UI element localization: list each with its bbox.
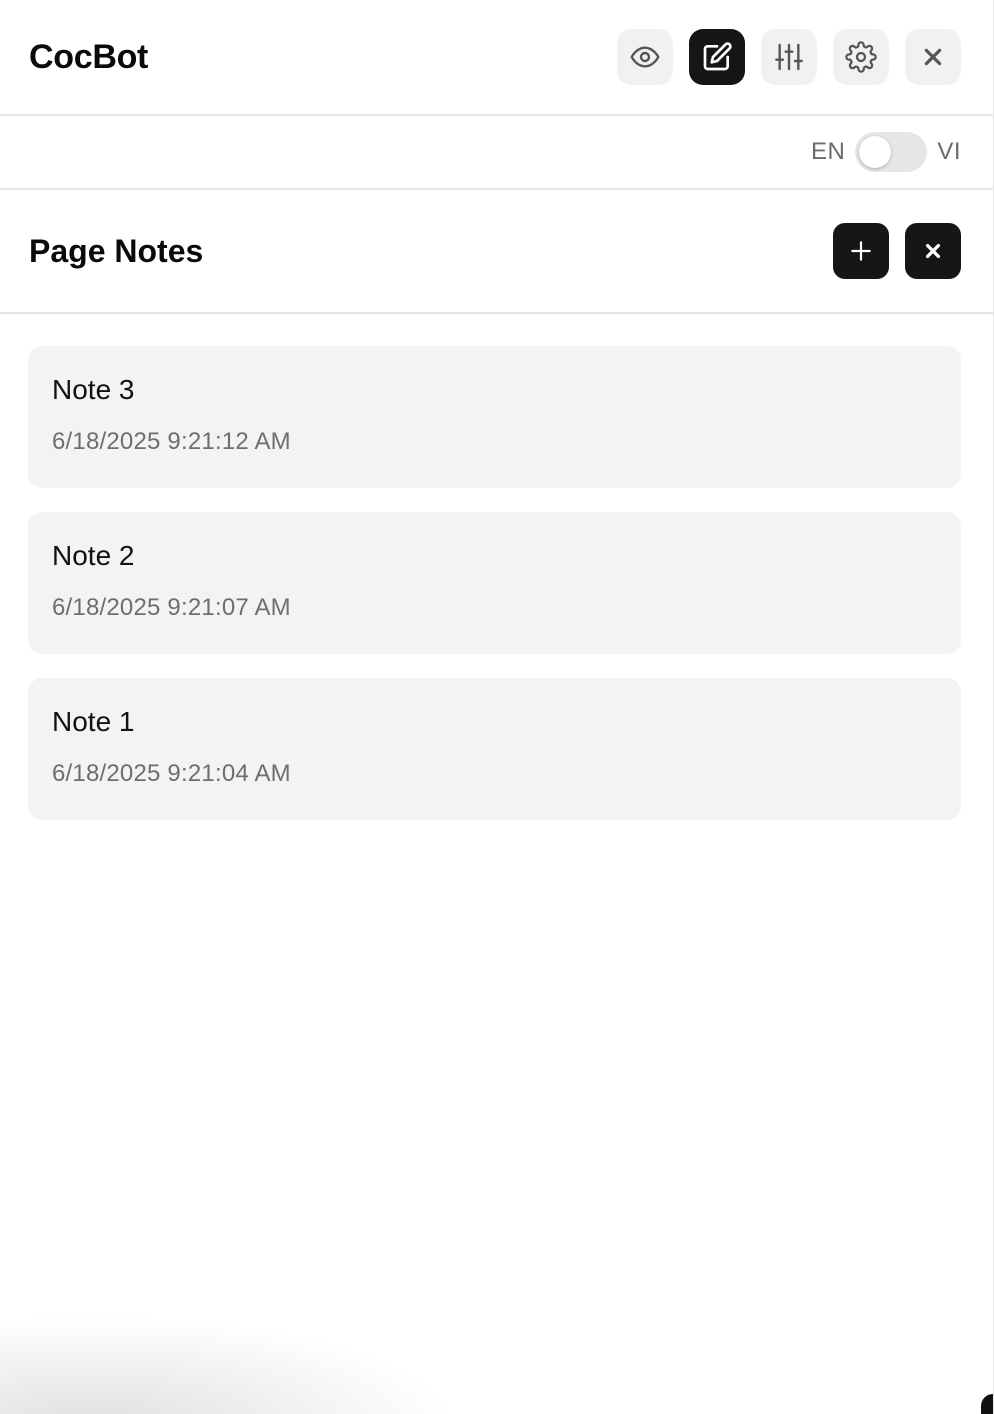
adjustments-button[interactable] <box>761 29 817 85</box>
gear-icon <box>845 41 877 73</box>
section-actions <box>833 223 961 279</box>
toggle-knob <box>859 136 892 168</box>
preview-button[interactable] <box>617 29 673 85</box>
note-card[interactable]: Note 2 6/18/2025 9:21:07 AM <box>28 512 961 654</box>
app-title: CocBot <box>29 37 149 76</box>
note-timestamp: 6/18/2025 9:21:07 AM <box>52 594 291 621</box>
section-title: Page Notes <box>29 232 204 269</box>
notes-button[interactable] <box>689 29 745 85</box>
close-icon <box>925 243 941 259</box>
note-card[interactable]: Note 3 6/18/2025 9:21:12 AM <box>28 346 961 488</box>
panel-header: CocBot <box>0 0 993 116</box>
notes-section-header: Page Notes <box>0 190 993 314</box>
bottom-shadow <box>0 1314 460 1414</box>
language-label-vi: VI <box>937 138 961 165</box>
sidebar-panel: CocBot EN VI Page Notes Note 3 6/18/2025… <box>0 0 994 1414</box>
eye-icon <box>630 46 660 68</box>
note-title: Note 1 <box>52 706 135 737</box>
language-switcher: EN VI <box>0 116 993 190</box>
edit-note-icon <box>703 42 732 71</box>
close-icon <box>924 48 942 66</box>
settings-button[interactable] <box>833 29 889 85</box>
note-title: Note 3 <box>52 374 135 405</box>
note-title: Note 2 <box>52 540 135 571</box>
sliders-icon <box>775 43 803 71</box>
note-card[interactable]: Note 1 6/18/2025 9:21:04 AM <box>28 678 961 820</box>
notes-list: Note 3 6/18/2025 9:21:12 AM Note 2 6/18/… <box>0 314 993 820</box>
close-panel-button[interactable] <box>905 29 961 85</box>
language-label-en: EN <box>810 138 846 165</box>
language-toggle[interactable] <box>855 132 928 172</box>
note-timestamp: 6/18/2025 9:21:04 AM <box>52 760 291 787</box>
toolbar <box>617 29 961 85</box>
note-timestamp: 6/18/2025 9:21:12 AM <box>52 428 291 455</box>
plus-icon <box>851 241 871 261</box>
window-corner <box>981 1394 993 1414</box>
close-notes-button[interactable] <box>905 223 961 279</box>
add-note-button[interactable] <box>833 223 889 279</box>
